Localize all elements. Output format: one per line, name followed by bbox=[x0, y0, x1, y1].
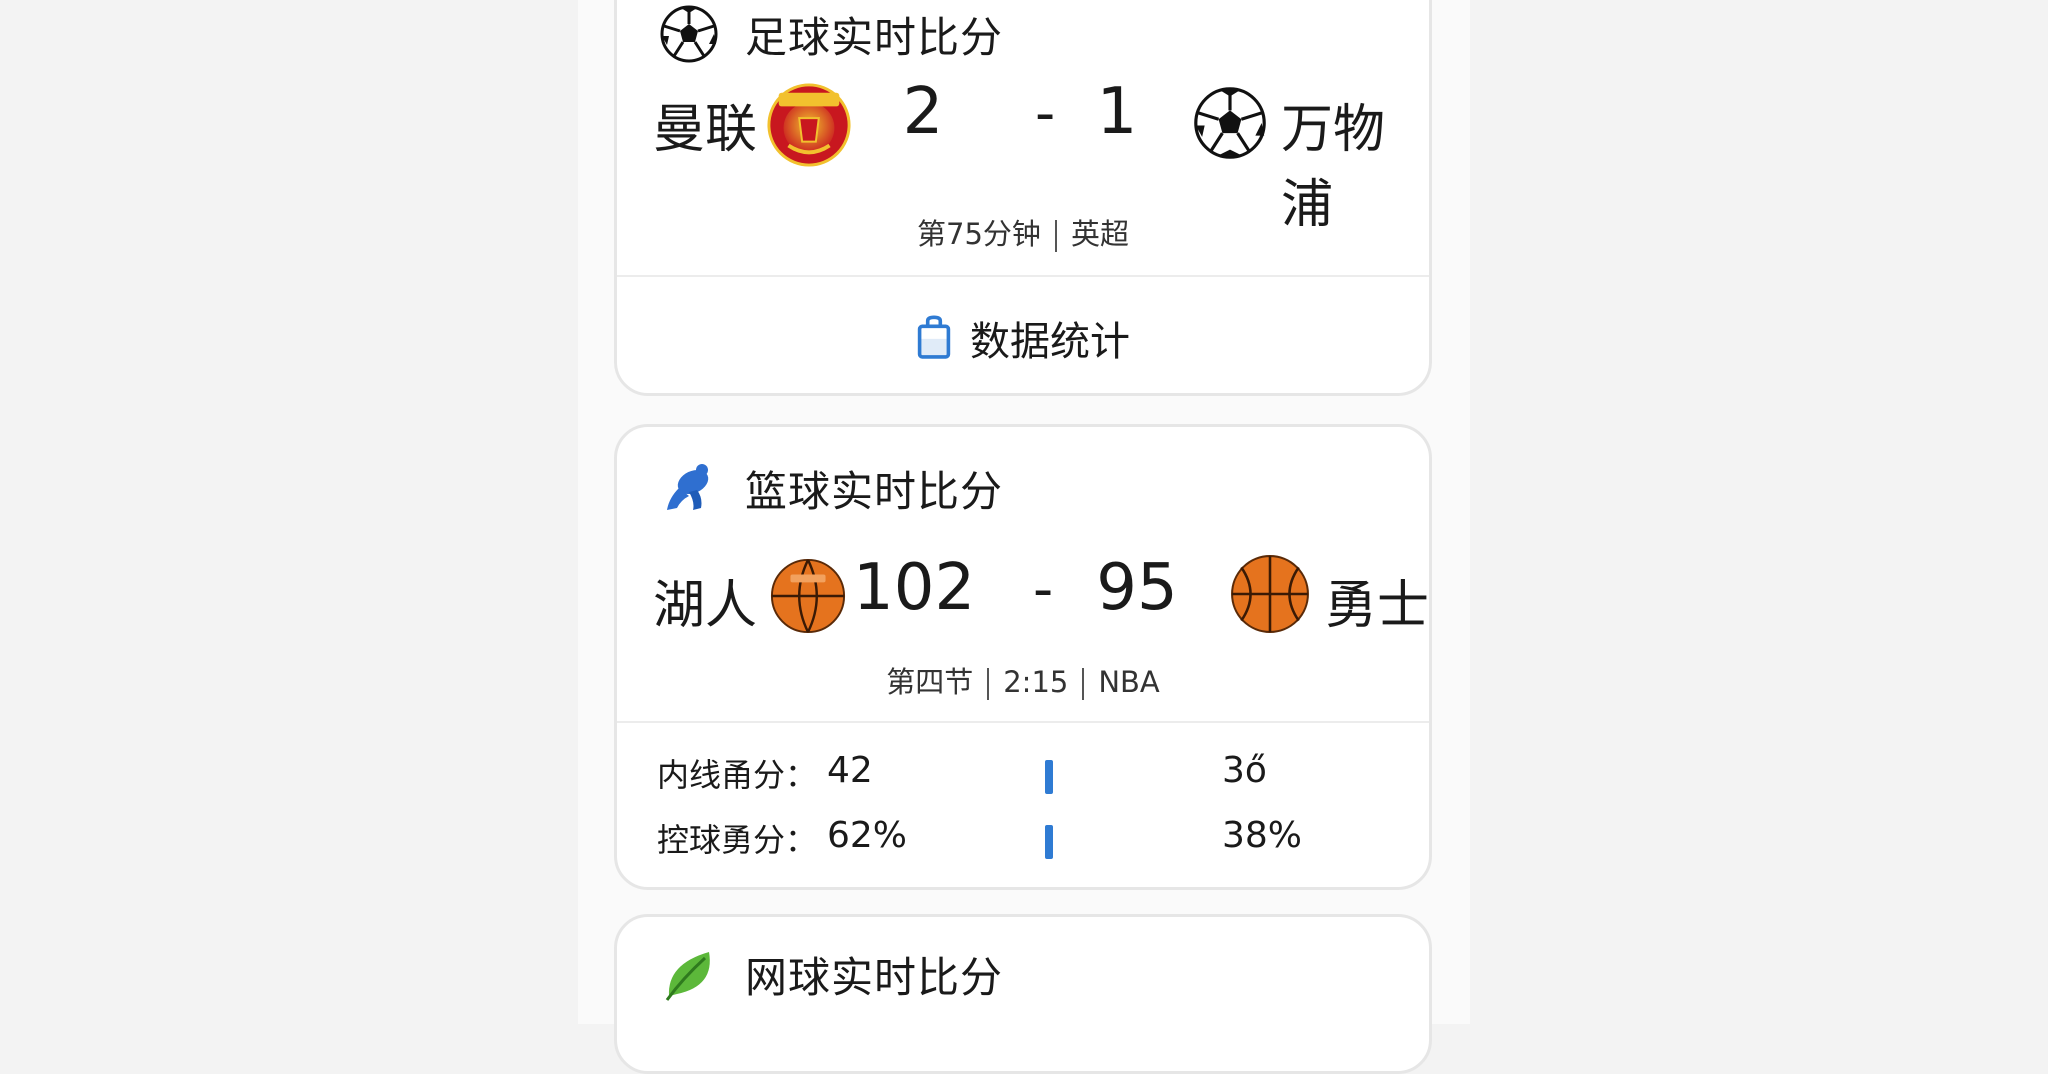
score-separator: - bbox=[1035, 81, 1056, 146]
football-card: 足球实时比分 曼联 2 - 1 万物浦 第75分钟 英超 数据统计 bbox=[614, 0, 1432, 396]
football-match-meta: 第75分钟 英超 bbox=[617, 211, 1429, 253]
football-card-title: 足球实时比分 bbox=[745, 12, 1004, 62]
home-team-name: 曼联 bbox=[653, 100, 758, 160]
manchester-united-badge bbox=[767, 83, 851, 167]
basketball-card-header: 篮球实时比分 bbox=[659, 453, 1003, 523]
tennis-leaf-icon bbox=[665, 952, 710, 1001]
soccer-ball-icon bbox=[660, 5, 718, 63]
home-team-name: 湖人 bbox=[653, 576, 758, 636]
stat-label: 内线甬分： bbox=[657, 756, 818, 794]
meta-divider bbox=[1082, 668, 1085, 700]
basketball-score-row: 湖人 102 - 95 勇士 bbox=[617, 551, 1430, 657]
game-clock: 2:15 bbox=[1003, 665, 1069, 699]
league-name: 英超 bbox=[1070, 217, 1129, 251]
stat-away-value: 3ő bbox=[1222, 750, 1267, 791]
stat-away-value: 38% bbox=[1222, 815, 1303, 856]
data-stats-button[interactable]: 数据统计 bbox=[617, 277, 1429, 393]
away-team-name: 勇士 bbox=[1325, 576, 1430, 636]
basketball-card: 篮球实时比分 湖人 102 - 95 勇士 第四节 2:15 NBA 内线甬分：… bbox=[614, 424, 1432, 890]
stat-bar bbox=[1045, 825, 1053, 859]
stat-bar bbox=[1045, 760, 1053, 794]
match-minute: 第75分钟 bbox=[917, 217, 1041, 251]
stat-home-value: 42 bbox=[827, 750, 873, 791]
football-score-row: 曼联 2 - 1 万物浦 bbox=[617, 75, 1429, 235]
data-stats-label: 数据统计 bbox=[970, 319, 1130, 365]
tennis-card-title: 网球实时比分 bbox=[745, 952, 1004, 1002]
tennis-card-header: 网球实时比分 bbox=[659, 939, 1003, 1009]
meta-divider bbox=[1054, 220, 1057, 252]
basketball-player-icon bbox=[667, 464, 709, 510]
home-score: 102 bbox=[853, 551, 976, 625]
away-soccer-ball-icon bbox=[1194, 87, 1266, 159]
match-quarter: 第四节 bbox=[886, 665, 974, 699]
away-score: 95 bbox=[1096, 551, 1178, 625]
stat-row: 控球勇分： 62% 38% bbox=[657, 815, 1397, 871]
basketball-icon bbox=[1231, 555, 1309, 633]
tennis-card: 网球实时比分 bbox=[614, 914, 1432, 1074]
clipboard-icon bbox=[917, 315, 951, 359]
card-divider bbox=[617, 721, 1429, 723]
basketball-card-title: 篮球实时比分 bbox=[745, 466, 1004, 516]
stat-label: 控球勇分： bbox=[657, 821, 818, 859]
basketball-match-meta: 第四节 2:15 NBA bbox=[617, 659, 1429, 701]
meta-divider bbox=[987, 668, 990, 700]
score-separator: - bbox=[1033, 557, 1054, 622]
basketball-icon bbox=[770, 558, 846, 634]
league-name: NBA bbox=[1098, 665, 1160, 699]
home-score: 2 bbox=[902, 75, 944, 149]
stat-home-value: 62% bbox=[827, 815, 908, 856]
football-card-header: 足球实时比分 bbox=[659, 0, 1003, 69]
stat-row: 内线甬分： 42 3ő bbox=[657, 750, 1397, 806]
phone-screen: 足球实时比分 曼联 2 - 1 万物浦 第75分钟 英超 数据统计 篮球实时比分… bbox=[578, 0, 1470, 1074]
away-score: 1 bbox=[1096, 75, 1138, 149]
